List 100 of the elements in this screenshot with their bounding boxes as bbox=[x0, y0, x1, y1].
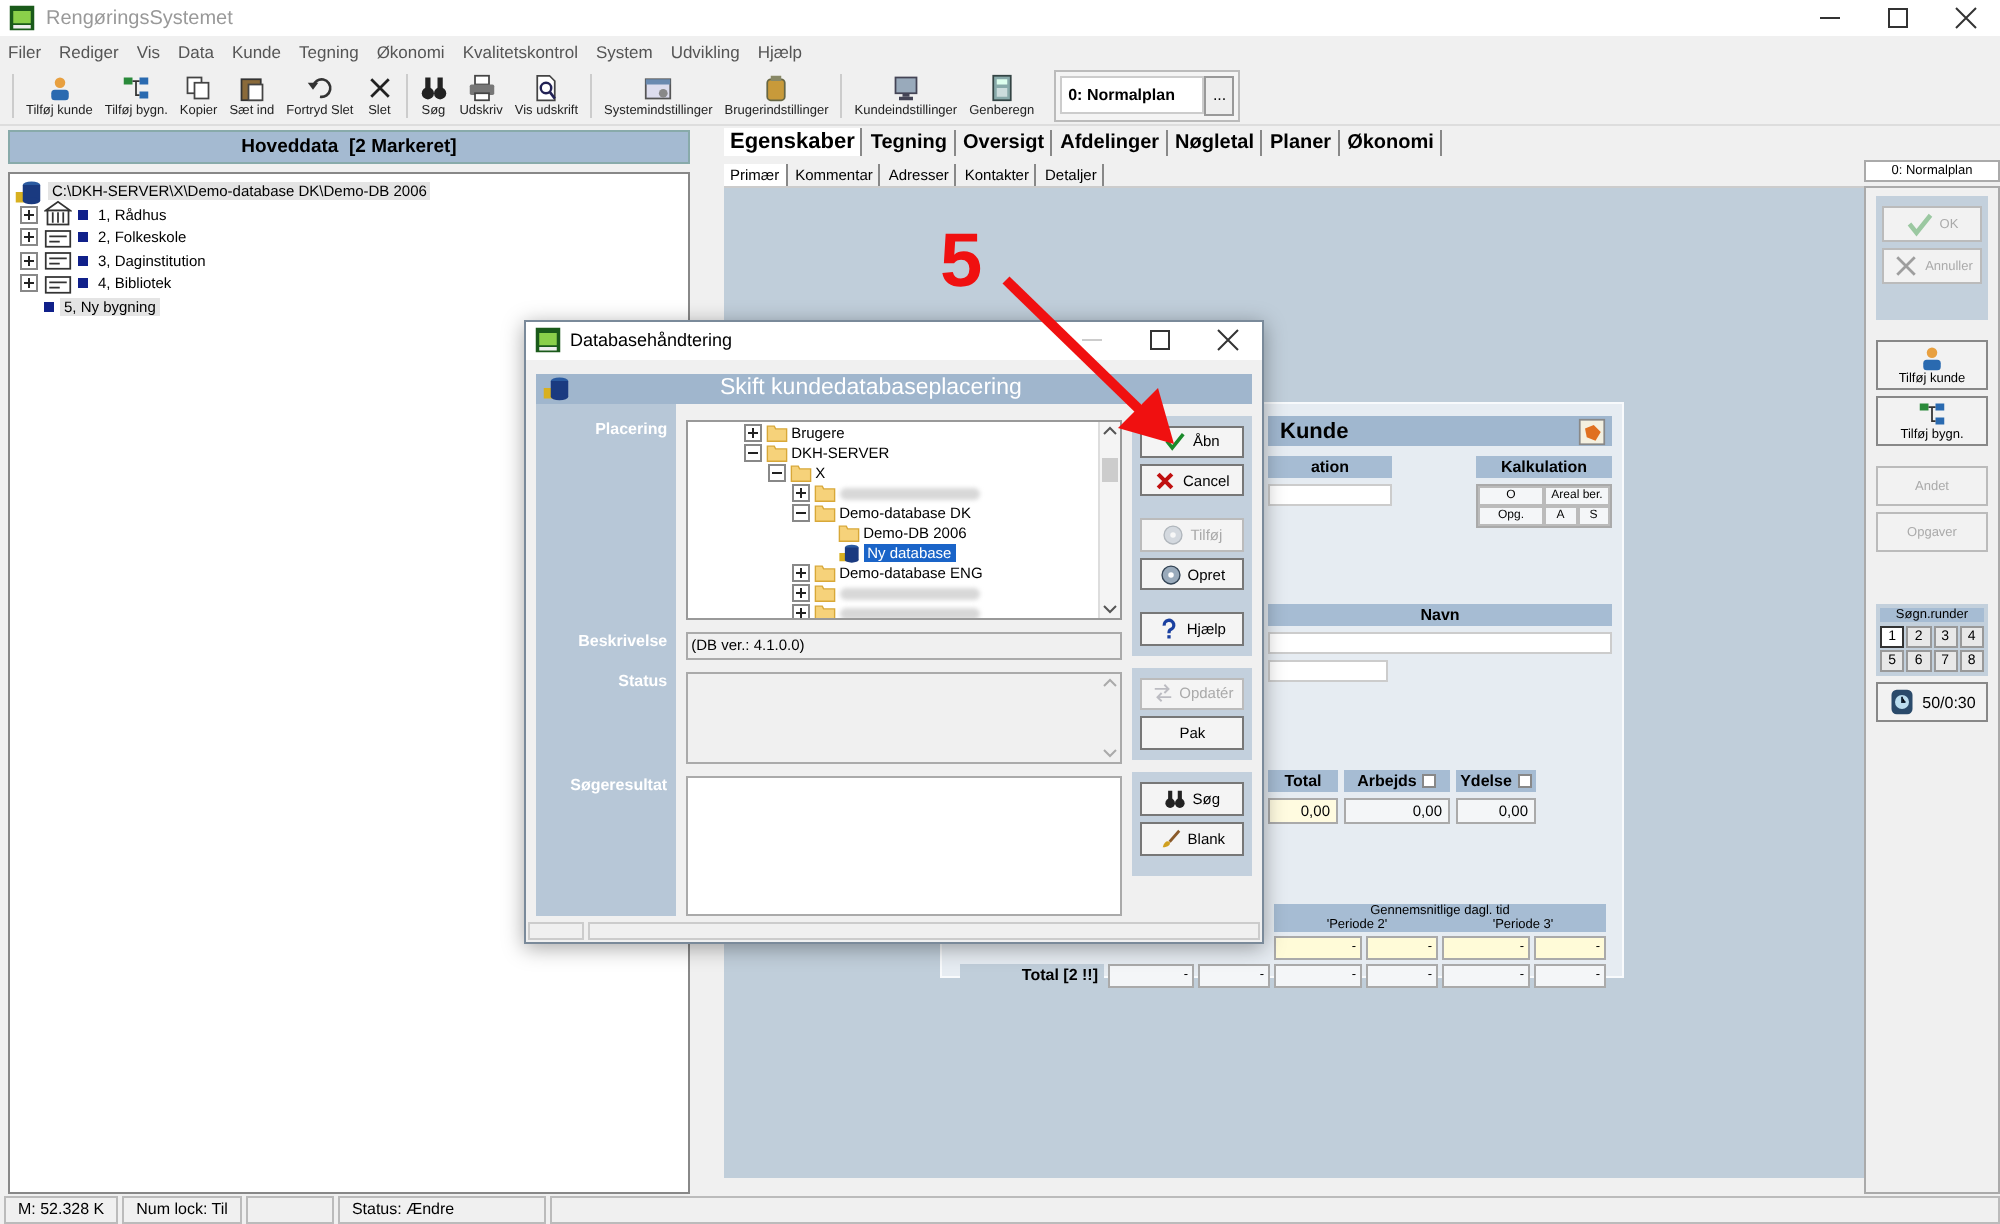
person-icon bbox=[1918, 344, 1946, 372]
binoculars-icon bbox=[419, 73, 448, 101]
monitor-icon bbox=[891, 73, 920, 101]
brush-icon bbox=[1159, 827, 1182, 850]
menu-item[interactable]: Filer bbox=[8, 41, 42, 61]
folder-icon bbox=[813, 502, 836, 525]
menu-item[interactable]: System bbox=[595, 41, 653, 61]
expand-icon[interactable] bbox=[791, 564, 810, 583]
marker-icon bbox=[78, 278, 88, 289]
row-label: Total [2 !!] bbox=[960, 964, 1104, 988]
browse-button[interactable]: ... bbox=[1204, 75, 1235, 115]
menu-item[interactable]: Kunde bbox=[231, 41, 282, 61]
app-icon bbox=[534, 326, 562, 355]
search-result-field[interactable] bbox=[685, 775, 1123, 916]
expand-icon[interactable] bbox=[20, 274, 38, 293]
cross-icon bbox=[1891, 252, 1920, 280]
cross-icon bbox=[1154, 469, 1177, 492]
clipboard-icon bbox=[237, 73, 266, 101]
input-field[interactable] bbox=[1268, 484, 1392, 506]
collapse-icon[interactable] bbox=[791, 504, 810, 523]
field-label: Placering bbox=[595, 419, 668, 438]
section-header: Kalkulation bbox=[1476, 456, 1612, 478]
menu-item[interactable]: Rediger bbox=[59, 41, 119, 61]
menu-item[interactable]: Udvikling bbox=[670, 41, 740, 61]
toggle-icon[interactable] bbox=[1517, 774, 1532, 788]
marker-icon bbox=[44, 301, 54, 312]
section-header: ation bbox=[1268, 456, 1392, 478]
marker-icon bbox=[78, 209, 88, 220]
menu-item[interactable]: Økonomi bbox=[376, 41, 445, 61]
status-text: Num lock: Til bbox=[122, 1195, 242, 1223]
plan-combo[interactable]: 0: Normalplan bbox=[1060, 76, 1205, 114]
folder-icon bbox=[765, 422, 788, 445]
expand-icon[interactable] bbox=[20, 251, 38, 270]
menu-item[interactable]: Vis bbox=[136, 41, 160, 61]
menu-item[interactable]: Data bbox=[177, 41, 214, 61]
scroll-thumb[interactable] bbox=[1102, 457, 1119, 482]
jar-icon bbox=[762, 73, 791, 101]
printer-icon bbox=[467, 73, 496, 101]
window-icon bbox=[644, 73, 673, 101]
townhall-icon bbox=[44, 200, 72, 229]
exchange-icon bbox=[1151, 682, 1174, 705]
folder-icon bbox=[765, 442, 788, 465]
section-header: Navn bbox=[1268, 604, 1612, 626]
expand-icon[interactable] bbox=[791, 584, 810, 603]
status-pane bbox=[245, 1195, 334, 1223]
tab[interactable]: Oversigt bbox=[957, 130, 1053, 156]
menu-item[interactable]: Hjælp bbox=[757, 41, 803, 61]
dialog-header: Skift kundedatabaseplacering bbox=[536, 373, 1252, 404]
expand-icon[interactable] bbox=[791, 604, 810, 618]
collapse-icon[interactable] bbox=[767, 464, 786, 483]
network-icon bbox=[1918, 400, 1946, 428]
database-icon bbox=[542, 374, 570, 403]
field-label: Beskrivelse bbox=[578, 631, 668, 650]
status-text: M: 52.328 K bbox=[4, 1195, 119, 1223]
hand-icon bbox=[1578, 417, 1606, 445]
expand-icon[interactable] bbox=[791, 484, 810, 503]
form-title: Kunde bbox=[1280, 419, 1349, 443]
marker-icon bbox=[78, 232, 88, 243]
folder-icon bbox=[837, 522, 860, 545]
toggle-icon[interactable] bbox=[1422, 774, 1437, 788]
person-icon bbox=[45, 73, 74, 101]
expand-icon[interactable] bbox=[743, 424, 762, 443]
marker-icon bbox=[78, 255, 88, 266]
undo-icon bbox=[305, 73, 334, 101]
timer-button[interactable]: 50/0:30 bbox=[1876, 682, 1988, 722]
check-icon bbox=[1905, 210, 1934, 238]
scroll-down-icon[interactable] bbox=[1102, 601, 1119, 618]
copy-icon bbox=[184, 73, 213, 101]
panel-header: Hoveddata [2 Markeret] bbox=[8, 130, 690, 164]
help-icon bbox=[1158, 617, 1181, 640]
step-number: 5 bbox=[940, 224, 983, 300]
menu-item[interactable]: Kvalitetskontrol bbox=[462, 41, 578, 61]
window-title: RengøringsSystemet bbox=[46, 7, 233, 29]
building-icon bbox=[44, 246, 72, 275]
folder-icon bbox=[789, 462, 812, 485]
expand-icon[interactable] bbox=[20, 205, 38, 224]
column-header: Arbejds bbox=[1344, 770, 1450, 792]
column-header: Total bbox=[1268, 770, 1338, 792]
cross-icon bbox=[365, 73, 394, 101]
input-field[interactable] bbox=[1268, 660, 1388, 682]
collapse-icon[interactable] bbox=[743, 444, 762, 463]
disc-icon bbox=[1159, 563, 1182, 586]
input-field[interactable] bbox=[1268, 632, 1612, 654]
tab[interactable]: Tegning bbox=[864, 130, 956, 156]
folder-icon bbox=[813, 562, 836, 585]
tab[interactable]: Egenskaber bbox=[724, 128, 863, 156]
folder-icon bbox=[813, 482, 836, 505]
status-pane bbox=[528, 921, 584, 940]
clock-icon bbox=[1888, 688, 1917, 716]
tab[interactable]: Afdelinger bbox=[1054, 130, 1168, 156]
status-text: Status: Ændre bbox=[337, 1195, 546, 1223]
expand-icon[interactable] bbox=[20, 228, 38, 247]
calculator-icon bbox=[987, 73, 1016, 101]
menu-item[interactable]: Tegning bbox=[299, 41, 359, 61]
document-search-icon bbox=[532, 73, 561, 101]
column-header: Ydelse bbox=[1456, 770, 1536, 792]
scroll-up-icon[interactable] bbox=[1102, 421, 1119, 438]
app-icon bbox=[8, 4, 36, 32]
network-icon bbox=[122, 73, 151, 101]
database-icon bbox=[14, 177, 42, 206]
